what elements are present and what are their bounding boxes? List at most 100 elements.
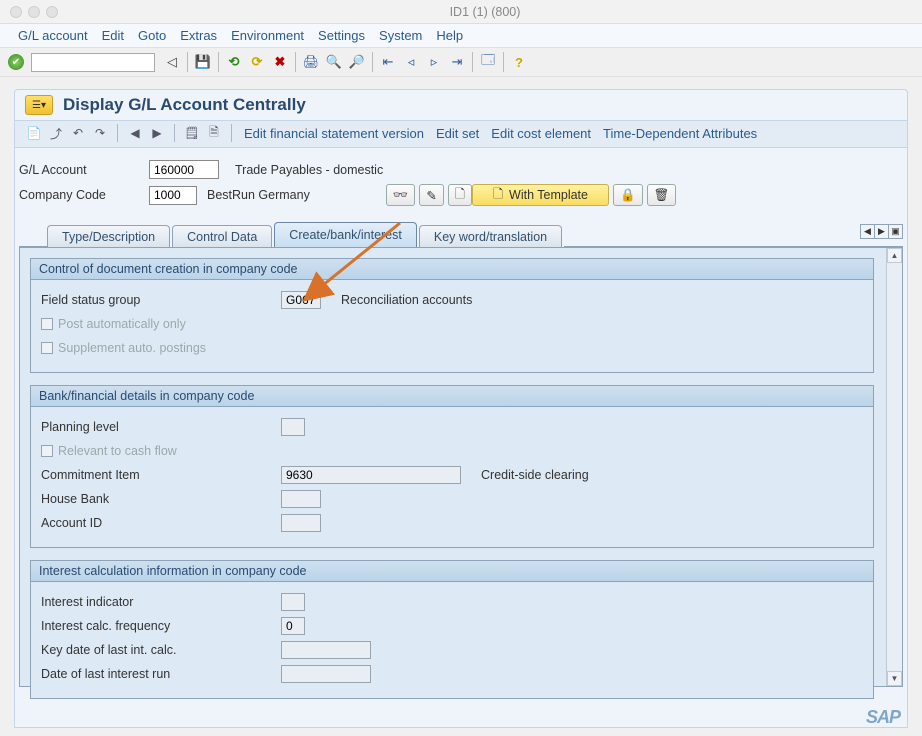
window-title: ID1 (1) (800): [58, 5, 912, 19]
display-button[interactable]: 👓: [386, 184, 416, 206]
menu-help[interactable]: Help: [436, 28, 463, 43]
scrollbar[interactable]: ▲ ▼: [886, 248, 902, 686]
house-bank-field[interactable]: [281, 490, 321, 508]
toolbar-sep: [187, 52, 188, 72]
tabstrip: Type/Description Control Data Create/ban…: [19, 222, 903, 247]
document-icon: 🗋: [493, 185, 503, 206]
redo-icon[interactable]: ↷: [91, 124, 109, 142]
command-field[interactable]: [31, 53, 155, 72]
close-window-icon[interactable]: [10, 6, 22, 18]
tab-keyword-translation[interactable]: Key word/translation: [419, 225, 562, 248]
last-interest-run-field[interactable]: [281, 665, 371, 683]
account-id-label: Account ID: [41, 516, 281, 530]
application-toolbar: 📄 ⤴ ↶ ↷ ◀ ▶ 🗒 🗎 Edit financial statement…: [15, 121, 907, 147]
window-titlebar: ID1 (1) (800): [0, 0, 922, 24]
where-used-icon[interactable]: 🗒: [183, 124, 201, 142]
cancel-icon[interactable]: ✖: [270, 52, 290, 72]
company-code-field[interactable]: [149, 186, 197, 205]
change-log-icon[interactable]: 🗎: [205, 124, 223, 142]
find-next-icon[interactable]: 🔎: [347, 52, 367, 72]
toolbar-sep: [295, 52, 296, 72]
page-title: Display G/L Account Centrally: [63, 95, 306, 115]
object-icon[interactable]: ☰▾: [25, 95, 53, 115]
delete-button[interactable]: 🗑: [647, 184, 677, 206]
post-automatically-label: Post automatically only: [58, 317, 186, 331]
back-icon[interactable]: ⟲: [224, 52, 244, 72]
commitment-item-label: Commitment Item: [41, 468, 281, 482]
interest-indicator-field[interactable]: [281, 593, 305, 611]
relevant-cash-flow-checkbox: [41, 445, 53, 457]
first-page-icon[interactable]: ⇤: [378, 52, 398, 72]
menu-settings[interactable]: Settings: [318, 28, 365, 43]
edit-button[interactable]: ✎: [419, 184, 443, 206]
planning-level-field[interactable]: [281, 418, 305, 436]
interest-freq-field[interactable]: [281, 617, 305, 635]
find-icon[interactable]: 🔍: [324, 52, 344, 72]
gl-account-label: G/L Account: [19, 163, 149, 177]
other-object-icon[interactable]: ⤴: [47, 124, 65, 142]
create-button[interactable]: 🗋: [448, 184, 472, 206]
group-doc-creation-heading: Control of document creation in company …: [31, 259, 873, 280]
sap-logo: SAP: [866, 707, 900, 728]
scroll-down-icon[interactable]: ▼: [887, 671, 902, 686]
content-area: G/L Account Trade Payables - domestic Co…: [14, 148, 908, 728]
new-session-icon[interactable]: 🗔: [478, 52, 498, 72]
commitment-item-field[interactable]: [281, 466, 461, 484]
menu-gl-account[interactable]: G/L account: [18, 28, 88, 43]
zoom-window-icon[interactable]: [46, 6, 58, 18]
tab-control-data[interactable]: Control Data: [172, 225, 272, 248]
last-interest-run-label: Date of last interest run: [41, 667, 281, 681]
tab-right-icon[interactable]: ▶: [874, 224, 889, 239]
ab-sep: [174, 124, 175, 142]
menu-environment[interactable]: Environment: [231, 28, 304, 43]
tab-type-description[interactable]: Type/Description: [47, 225, 170, 248]
next-record-icon[interactable]: ▶: [148, 124, 166, 142]
menubar: G/L account Edit Goto Extras Environment…: [0, 24, 922, 48]
account-id-field[interactable]: [281, 514, 321, 532]
supplement-postings-label: Supplement auto. postings: [58, 341, 206, 355]
time-dependent-link[interactable]: Time-Dependent Attributes: [599, 126, 761, 141]
menu-goto[interactable]: Goto: [138, 28, 166, 43]
save-icon[interactable]: 💾: [193, 52, 213, 72]
lock-button[interactable]: 🔒: [613, 184, 643, 206]
group-doc-creation-control: Control of document creation in company …: [30, 258, 874, 373]
tab-create-bank-interest[interactable]: Create/bank/interest: [274, 222, 417, 247]
group-interest-calc-heading: Interest calculation information in comp…: [31, 561, 873, 582]
help-icon[interactable]: ?: [509, 52, 529, 72]
print-icon[interactable]: 🖨: [301, 52, 321, 72]
tab-list-icon[interactable]: ▣: [888, 224, 903, 239]
relevant-cash-flow-label: Relevant to cash flow: [58, 444, 177, 458]
prev-record-icon[interactable]: ◀: [126, 124, 144, 142]
menu-system[interactable]: System: [379, 28, 422, 43]
with-template-button[interactable]: 🗋 With Template: [472, 184, 609, 206]
back-dropdown-icon[interactable]: ◁: [162, 52, 182, 72]
edit-cost-element-link[interactable]: Edit cost element: [487, 126, 595, 141]
menu-edit[interactable]: Edit: [102, 28, 124, 43]
undo-icon[interactable]: ↶: [69, 124, 87, 142]
exit-icon[interactable]: ⟳: [247, 52, 267, 72]
display-change-icon[interactable]: 📄: [25, 124, 43, 142]
tab-left-icon[interactable]: ◀: [860, 224, 875, 239]
last-page-icon[interactable]: ⇥: [447, 52, 467, 72]
standard-toolbar: ✔ ◁ 💾 ⟲ ⟳ ✖ 🖨 🔍 🔎 ⇤ ◃ ▹ ⇥ 🗔 ?: [0, 48, 922, 77]
supplement-postings-checkbox: [41, 342, 53, 354]
gl-account-description: Trade Payables - domestic: [235, 163, 383, 177]
window-controls: [10, 6, 58, 18]
group-bank-financial: Bank/financial details in company code P…: [30, 385, 874, 548]
next-page-icon[interactable]: ▹: [424, 52, 444, 72]
key-date-field[interactable]: [281, 641, 371, 659]
field-status-group-field[interactable]: [281, 291, 321, 309]
edit-set-link[interactable]: Edit set: [432, 126, 483, 141]
minimize-window-icon[interactable]: [28, 6, 40, 18]
menu-extras[interactable]: Extras: [180, 28, 217, 43]
group-interest-calculation: Interest calculation information in comp…: [30, 560, 874, 699]
prev-page-icon[interactable]: ◃: [401, 52, 421, 72]
enter-icon[interactable]: ✔: [8, 54, 24, 70]
tab-body: ▲ ▼ Control of document creation in comp…: [19, 247, 903, 687]
ab-sep: [231, 124, 232, 142]
scroll-up-icon[interactable]: ▲: [887, 248, 902, 263]
edit-fsv-link[interactable]: Edit financial statement version: [240, 126, 428, 141]
toolbar-sep: [218, 52, 219, 72]
commitment-item-desc: Credit-side clearing: [481, 468, 589, 482]
gl-account-field[interactable]: [149, 160, 219, 179]
